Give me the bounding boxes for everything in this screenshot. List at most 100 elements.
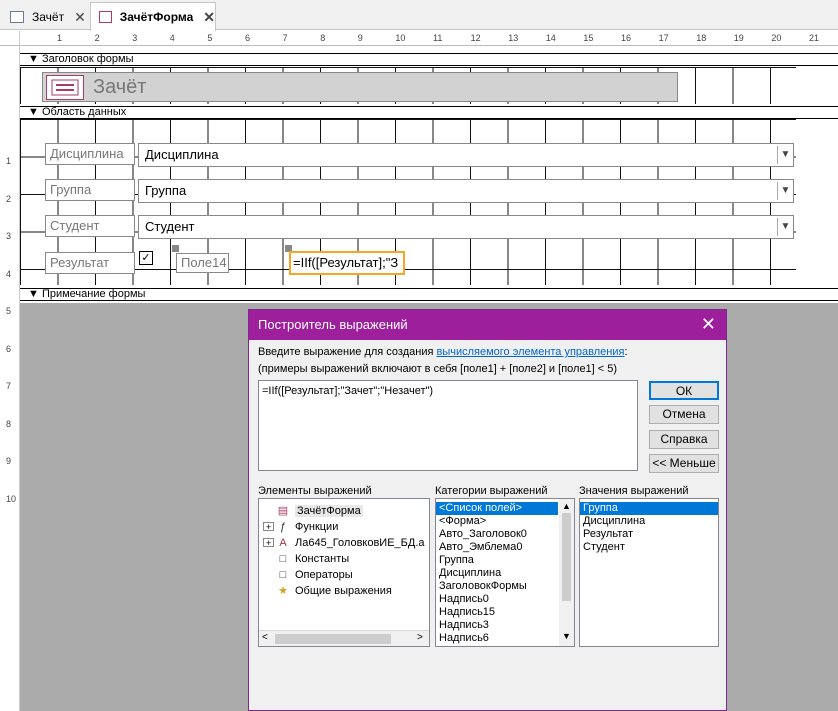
horizontal-scrollbar[interactable]: < > (259, 630, 429, 646)
student-combobox[interactable]: Студент ▼ (138, 215, 794, 239)
category-item[interactable]: Авто_Заголовок0 (436, 528, 558, 541)
ruler-number: 9 (357, 33, 363, 43)
ruler-number: 13 (508, 33, 519, 43)
ruler-number: 12 (470, 33, 481, 43)
close-icon[interactable]: ✕ (203, 9, 215, 26)
category-item[interactable]: Надпись0 (436, 593, 558, 606)
category-item[interactable]: <Список полей> (436, 502, 558, 515)
help-button[interactable]: Справка (649, 430, 719, 449)
tab-form-zachetforma[interactable]: ЗачётФорма ✕ (90, 2, 216, 31)
ruler-number: 21 (809, 33, 820, 43)
tree-expander (263, 505, 274, 514)
common-expressions-icon: ★ (278, 585, 288, 597)
category-item[interactable]: Надпись6 (436, 632, 558, 645)
close-icon[interactable]: ✕ (701, 314, 716, 334)
section-bar-footer[interactable]: ▼ Примечание формы (20, 288, 838, 301)
value-item[interactable]: Результат (580, 528, 718, 541)
tree-expander (263, 569, 274, 578)
ruler-number: 7 (282, 33, 288, 43)
categories-list[interactable]: <Список полей> <Форма> Авто_Заголовок0 Авто… (435, 498, 575, 647)
horizontal-ruler[interactable]: 1 2 3 4 5 6 7 8 9 10 11 12 13 14 15 16 17 18 19 20 21 (20, 31, 838, 46)
ruler-number: 19 (733, 33, 744, 43)
ruler-number: 1 (57, 33, 63, 43)
elements-tree[interactable]: ▤ ЗачётФорма + ƒ Функции + A Ла645_ГоловковИЕ_Б… (258, 498, 430, 647)
vertical-scrollbar[interactable]: ▲ ▼ (559, 499, 574, 646)
operators-icon: □ (279, 569, 287, 581)
value-item[interactable]: Группа (580, 502, 718, 515)
chevron-down-icon[interactable]: ▼ (777, 182, 793, 200)
calc-control-link[interactable]: вычисляемого элемента управления (436, 346, 624, 358)
chevron-left-icon[interactable]: < (262, 632, 268, 643)
category-item[interactable]: Авто_Эмблема0 (436, 541, 558, 554)
tree-expander[interactable]: + (263, 538, 274, 548)
value-item[interactable]: Дисциплина (580, 515, 718, 528)
category-item[interactable]: Дисциплина (436, 567, 558, 580)
ruler-number: 10 (6, 493, 17, 504)
values-list[interactable]: Группа Дисциплина Результат Студент (579, 498, 719, 647)
tab-table-zachet[interactable]: Зачёт ✕ (2, 4, 88, 30)
field14-label[interactable]: Поле14 (176, 253, 229, 273)
category-item[interactable]: Надпись3 (436, 619, 558, 632)
tree-item[interactable]: + A Ла645_ГоловковИЕ_БД.a (263, 535, 427, 551)
tree-item[interactable]: ★ Общие выражения (263, 583, 427, 599)
chevron-down-icon[interactable]: ▼ (777, 218, 793, 236)
instruction-prefix: Введите выражение для создания (258, 346, 437, 358)
value-item[interactable]: Студент (580, 541, 718, 554)
ruler-corner[interactable] (0, 31, 20, 46)
ruler-number: 10 (395, 33, 406, 43)
category-item[interactable]: ЗаголовокФормы (436, 580, 558, 593)
section-arrow-icon: ▼ (28, 53, 42, 65)
vertical-ruler[interactable]: 1 2 3 4 5 6 7 8 9 10 (0, 46, 20, 711)
elements-header: Элементы выражений (258, 485, 372, 497)
group-label[interactable]: Группа (45, 179, 135, 201)
close-icon[interactable]: ✕ (74, 9, 86, 26)
dialog-title-bar[interactable]: Построитель выражений ✕ (249, 310, 726, 340)
category-item[interactable]: Группа (436, 554, 558, 567)
section-bar-detail[interactable]: ▼ Область данных (20, 106, 838, 119)
move-handle[interactable] (172, 245, 179, 252)
category-item[interactable]: <Форма> (436, 515, 558, 528)
tree-expander (263, 585, 274, 594)
expression-textarea[interactable]: =IIf([Результат];"Зачет";"Незачет") (258, 380, 638, 471)
tree-item[interactable]: + ƒ Функции (263, 519, 427, 535)
tree-expander[interactable]: + (263, 522, 274, 532)
tree-item[interactable]: □ Константы (263, 551, 427, 567)
tree-item-label: ЗачётФорма (295, 505, 363, 517)
ruler-number: 4 (169, 33, 175, 43)
cancel-button[interactable]: Отмена (649, 405, 719, 424)
section-label: Заголовок формы (41, 53, 134, 65)
form-title-label[interactable]: Зачёт (42, 72, 678, 102)
chevron-up-icon[interactable]: ▲ (562, 501, 571, 511)
ruler-number: 1 (6, 156, 12, 166)
tree-rows: ▤ ЗачётФорма + ƒ Функции + A Ла645_ГоловковИЕ_Б… (263, 503, 427, 599)
calculated-textbox[interactable]: =IIf([Результат];"З (289, 251, 405, 275)
group-combobox[interactable]: Группа ▼ (138, 179, 794, 203)
chevron-down-icon[interactable]: ▼ (777, 146, 793, 164)
category-rows: <Список полей> <Форма> Авто_Заголовок0 Авто… (436, 499, 574, 645)
chevron-down-icon[interactable]: ▼ (562, 631, 571, 641)
section-bar-header[interactable]: ▼ Заголовок формы (20, 53, 838, 66)
ruler-number: 3 (6, 231, 12, 241)
form-icon (99, 11, 112, 23)
result-checkbox[interactable]: ✓ (139, 251, 153, 265)
expression-builder-dialog: Построитель выражений ✕ Введите выражени… (248, 309, 727, 711)
discipline-label[interactable]: Дисциплина (45, 143, 135, 165)
dialog-title: Построитель выражений (258, 317, 408, 332)
result-label[interactable]: Результат (45, 252, 135, 274)
scrollbar-thumb[interactable] (275, 634, 391, 644)
chevron-right-icon[interactable]: > (417, 632, 423, 643)
ok-button[interactable]: ОК (649, 381, 719, 400)
tree-item[interactable]: ▤ ЗачётФорма (263, 503, 427, 519)
ruler-number: 3 (132, 33, 138, 43)
ruler-number: 9 (6, 456, 12, 466)
tab-label: ЗачётФорма (119, 10, 194, 24)
student-label[interactable]: Студент (45, 215, 135, 237)
access-db-icon: A (279, 537, 287, 549)
category-item[interactable]: Надпись15 (436, 606, 558, 619)
tree-item-label: Операторы (295, 569, 353, 581)
categories-header: Категории выражений (435, 485, 548, 497)
discipline-combobox[interactable]: Дисциплина ▼ (138, 143, 794, 167)
scrollbar-thumb[interactable] (562, 513, 571, 601)
less-button[interactable]: << Меньше (649, 454, 719, 473)
tree-item[interactable]: □ Операторы (263, 567, 427, 583)
